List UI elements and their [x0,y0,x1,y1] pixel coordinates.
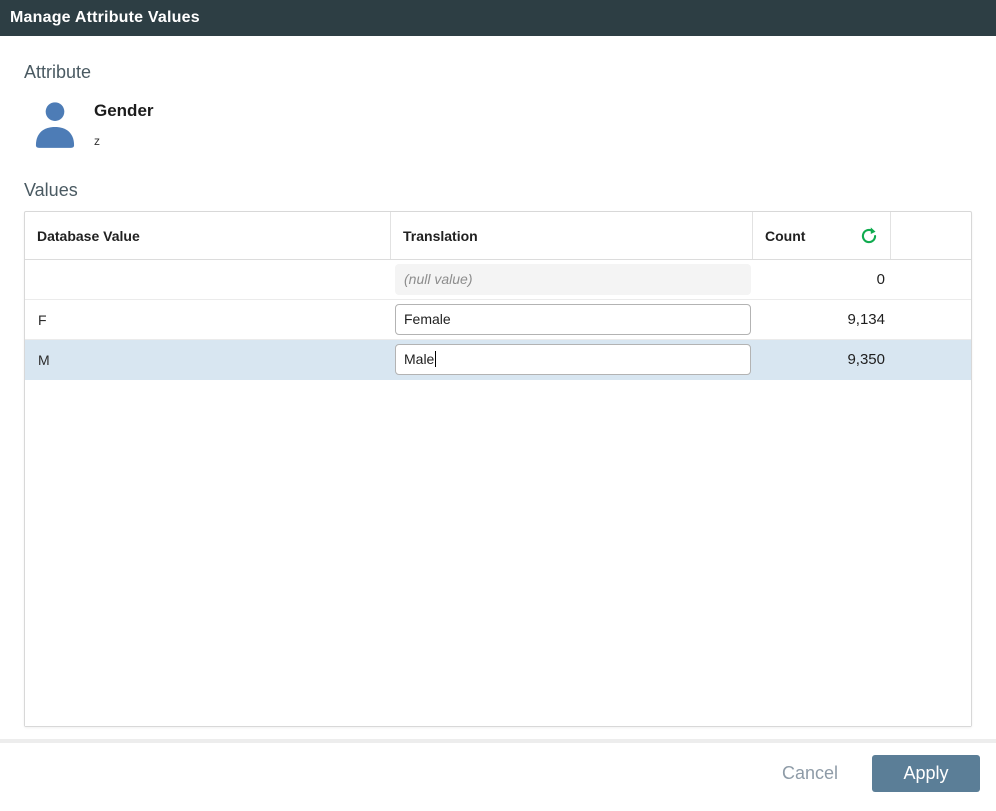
apply-button[interactable]: Apply [872,755,980,792]
attribute-section-label: Attribute [24,62,972,83]
refresh-counts-icon[interactable] [858,225,880,247]
column-header-count: Count [752,212,890,259]
translation-null-box: (null value) [395,264,751,295]
values-table: Database Value Translation Count ( [24,211,972,727]
count-header-label: Count [765,228,805,244]
translation-input-male[interactable]: Male [395,344,751,375]
column-header-spacer [890,212,971,259]
table-row-male[interactable]: M Male 9,350 [25,340,971,380]
text-caret [435,351,436,367]
count-cell: 9,134 [752,311,890,328]
count-cell: 9,350 [752,351,890,368]
cancel-button[interactable]: Cancel [768,755,852,792]
table-row-null-value[interactable]: (null value) 0 [25,260,971,300]
translation-cell: Female [390,304,752,335]
dialog-title: Manage Attribute Values [10,9,200,27]
count-cell: 0 [752,271,890,288]
table-empty-area [25,380,971,726]
dialog-footer: Cancel Apply [0,743,996,811]
manage-attribute-values-dialog: Manage Attribute Values Attribute Gender… [0,0,996,811]
values-section-label: Values [24,180,972,201]
values-table-header: Database Value Translation Count [25,212,971,260]
database-value-cell: F [25,312,390,328]
attribute-text: Gender z [94,98,154,150]
dialog-title-bar: Manage Attribute Values [0,0,996,36]
attribute-summary: Gender z [24,98,972,150]
translation-input-female[interactable]: Female [395,304,751,335]
database-value-cell: M [25,352,390,368]
translation-cell: Male [390,344,752,375]
column-header-translation: Translation [390,212,752,259]
table-row-female[interactable]: F Female 9,134 [25,300,971,340]
attribute-name: Gender [94,101,154,121]
translation-cell: (null value) [390,264,752,295]
attribute-description: z [94,134,154,148]
column-header-database-value: Database Value [25,212,390,259]
dialog-content: Attribute Gender z Values Database Value… [0,36,996,727]
person-icon [29,98,81,150]
translation-input-male-text: Male [404,351,434,367]
